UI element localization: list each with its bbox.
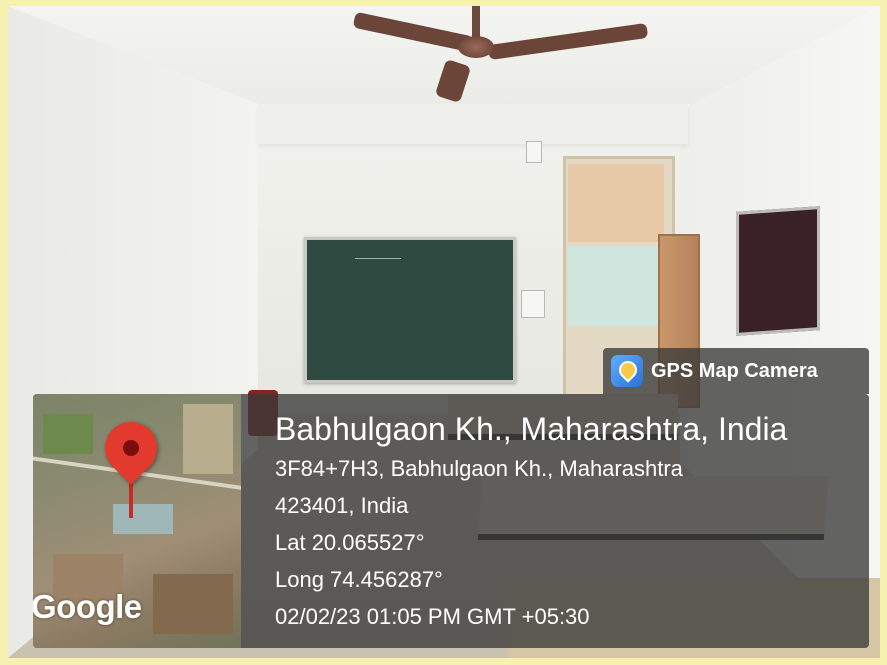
timestamp: 02/02/23 01:05 PM GMT +05:30 (275, 604, 590, 629)
latitude: Lat 20.065527° (275, 530, 425, 555)
switch-board (521, 290, 545, 318)
door-opening (568, 246, 664, 326)
google-watermark: Google (33, 588, 142, 625)
location-info: Babhulgaon Kh., Maharashtra, India 3F84+… (275, 408, 865, 635)
longitude: Long 74.456287° (275, 567, 443, 592)
map-field (153, 574, 233, 634)
gps-map-camera-app-icon (611, 355, 643, 387)
map-thumbnail: Google (33, 394, 241, 648)
location-title: Babhulgaon Kh., Maharashtra, India (275, 411, 788, 447)
address-line-1: 3F84+7H3, Babhulgaon Kh., Maharashtra (275, 456, 683, 481)
notice-board (736, 206, 820, 336)
map-building (113, 504, 173, 534)
app-name: GPS Map Camera (651, 359, 818, 382)
ceiling-beam (258, 104, 688, 144)
ceiling-fan-hub (458, 36, 494, 58)
chalkboard (304, 237, 516, 383)
map-field (183, 404, 233, 474)
map-field (43, 414, 93, 454)
wall-switch (526, 141, 542, 163)
chalk-writing (355, 252, 401, 259)
gps-app-badge: GPS Map Camera (603, 348, 869, 394)
address-line-2: 423401, India (275, 493, 409, 518)
door-transom (568, 164, 664, 242)
